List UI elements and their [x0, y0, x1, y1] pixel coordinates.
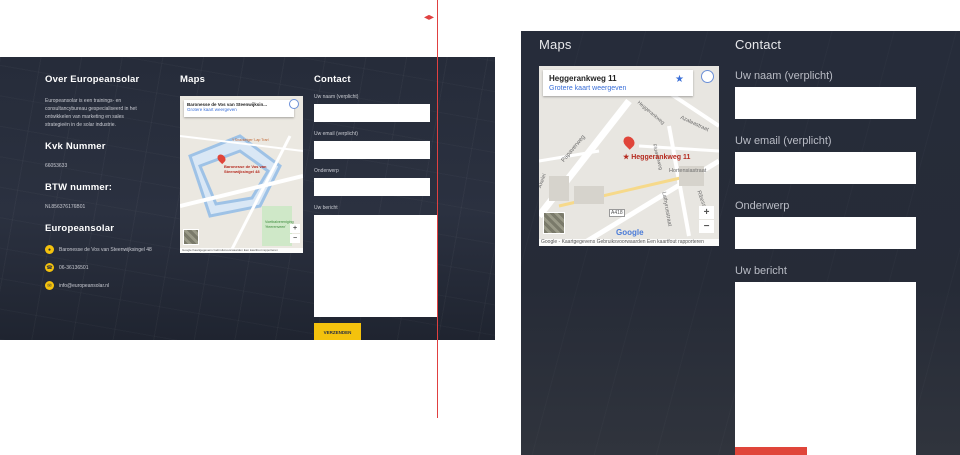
address-text: Baronesse de Vos van Steenwijksingel 48	[59, 246, 152, 253]
name-input-zoomed[interactable]	[735, 87, 916, 119]
name-input[interactable]	[314, 104, 430, 122]
email-input[interactable]	[314, 141, 430, 159]
send-button[interactable]: VERZENDEN	[314, 323, 361, 340]
message-label: Uw bericht	[314, 205, 338, 211]
marker-label: Baronesse de Vos van Steenwijksingel 48	[224, 164, 267, 174]
map-footer: Google Kaartgegevens Gebruiksvoorwaarden…	[180, 248, 303, 253]
name-label-zoomed: Uw naam (verplicht)	[735, 70, 833, 82]
map-info-card: Baronesse de Vos van Steenwijksin... Gro…	[184, 100, 294, 117]
about-text: Europeansolar is een trainings- en consu…	[45, 98, 137, 128]
marker-label-text: Heggerankweg 11	[631, 154, 691, 161]
guide-arrows-icon: ◂▸	[424, 12, 435, 23]
maps-title-zoomed: Maps	[539, 37, 572, 52]
zoom-in-button-zoomed[interactable]: +	[699, 206, 714, 219]
directions-icon-zoomed[interactable]	[701, 70, 714, 83]
poi-label: 't Snackeiger 'Lap Tran'	[232, 138, 270, 142]
contact-column: Contact Uw naam (verplicht) Uw email (ve…	[314, 74, 438, 340]
about-title: Over Europeansolar	[45, 74, 140, 85]
road-number-label: A418	[609, 209, 625, 217]
marker-label-zoomed: ★ Heggerankweg 11	[623, 154, 691, 161]
subject-label-zoomed: Onderwerp	[735, 200, 790, 212]
subject-input-zoomed[interactable]	[735, 217, 916, 249]
zoom-in-button[interactable]: +	[290, 224, 300, 233]
directions-icon[interactable]	[289, 99, 299, 109]
company-title: Europeansolar	[45, 223, 115, 234]
email-label: Uw email (verplicht)	[314, 131, 358, 137]
message-label-zoomed: Uw bericht	[735, 265, 787, 277]
street-label-hortensiastraat: Hortensiastraat	[669, 168, 707, 174]
btw-title: BTW nummer:	[45, 182, 113, 193]
name-label: Uw naam (verplicht)	[314, 94, 359, 100]
contact-column-zoomed: Contact Uw naam (verplicht) Uw email (ve…	[735, 37, 916, 455]
message-textarea[interactable]	[314, 215, 438, 317]
send-button-zoomed[interactable]	[735, 447, 807, 455]
footer-panel-left: Over Europeansolar Europeansolar is een …	[0, 57, 495, 340]
subject-label: Onderwerp	[314, 168, 339, 174]
location-icon: ●	[45, 245, 54, 254]
zoom-out-button[interactable]: −	[290, 234, 300, 243]
email-label-zoomed: Uw email (verplicht)	[735, 135, 832, 147]
map-place-name-zoomed: Heggerankweg 11	[549, 74, 617, 83]
address-item: ● Baronesse de Vos van Steenwijksingel 4…	[45, 245, 165, 254]
phone-icon: ☎	[45, 263, 54, 272]
guide-line	[437, 0, 438, 418]
contact-title: Contact	[314, 74, 351, 85]
kvk-title: Kvk Nummer	[45, 141, 106, 152]
about-column: Over Europeansolar Europeansolar is een …	[45, 74, 165, 290]
phone-item[interactable]: ☎ 06-36136501	[45, 263, 165, 272]
message-textarea-zoomed[interactable]	[735, 282, 916, 455]
contact-title-zoomed: Contact	[735, 37, 782, 52]
email-input-zoomed[interactable]	[735, 152, 916, 184]
footer-panel-right: Maps Heggerankweg Azaleastraat Hortensia…	[521, 31, 960, 455]
email-item[interactable]: ✉ info@europeansolar.nl	[45, 281, 165, 290]
map-info-card-zoomed: Heggerankweg 11 Grotere kaart weergeven	[543, 70, 693, 96]
subject-input[interactable]	[314, 178, 430, 196]
maps-column-zoomed: Maps Heggerankweg Azaleastraat Hortensia…	[539, 37, 719, 246]
kvk-value: 66053633	[45, 163, 68, 169]
satellite-thumbnail[interactable]	[183, 229, 199, 245]
email-text[interactable]: info@europeansolar.nl	[59, 282, 109, 290]
maps-column: Maps Baronesse de Vos van Steenwijksin..…	[180, 74, 303, 253]
save-star-icon[interactable]: ★	[675, 74, 684, 85]
zoom-out-button-zoomed[interactable]: −	[699, 220, 714, 233]
maps-title: Maps	[180, 74, 206, 85]
embedded-map-zoomed[interactable]: Heggerankweg Azaleastraat Hortensiastraa…	[539, 66, 719, 246]
btw-value: NL856376176B01	[45, 204, 86, 210]
satellite-thumbnail-zoomed[interactable]	[543, 212, 565, 234]
larger-map-link[interactable]: Grotere kaart weergeven	[187, 107, 291, 112]
larger-map-link-zoomed[interactable]: Grotere kaart weergeven	[549, 85, 687, 92]
phone-text[interactable]: 06-36136501	[59, 264, 88, 272]
google-logo: Google	[616, 228, 644, 237]
mail-icon: ✉	[45, 281, 54, 290]
embedded-map[interactable]: Baronesse de Vos van Steenwijksin... Gro…	[180, 96, 303, 253]
map-footer-zoomed: Google - Kaartgegevens Gebruiksvoorwaard…	[539, 239, 719, 246]
